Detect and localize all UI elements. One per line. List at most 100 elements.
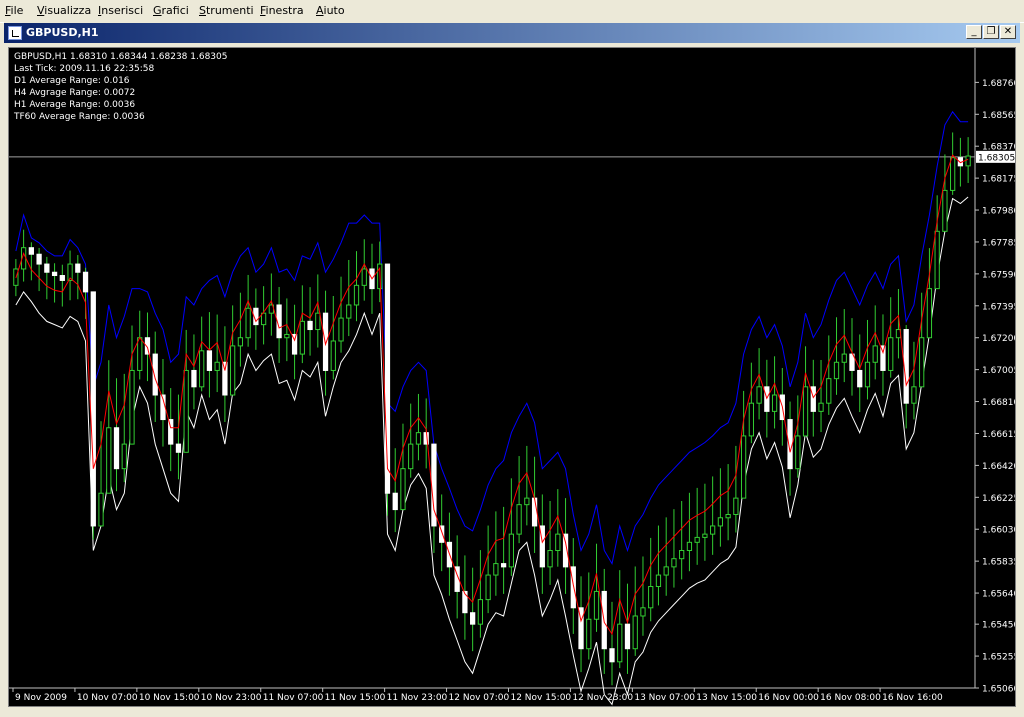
candle-body <box>106 427 112 494</box>
candle-body <box>175 443 182 453</box>
candle-body <box>655 574 662 588</box>
menu-item-strumenti[interactable]: Strumenti <box>199 4 254 17</box>
candle-body <box>284 333 290 339</box>
candle-body <box>129 369 135 445</box>
candle-body <box>872 345 878 363</box>
candle-body <box>408 443 414 470</box>
menu-bar: File Visualizza Inserisci Grafici Strumenti F… <box>0 0 1024 23</box>
window-titlebar[interactable]: GBPUSD,H1 _ ❐ ✕ <box>4 23 1020 43</box>
candle-body <box>617 623 623 663</box>
candle-body <box>857 369 863 388</box>
price-tick-label: 1.66615 <box>982 430 1015 440</box>
candle-body <box>199 350 205 388</box>
candle-body <box>686 541 693 552</box>
time-tick-label: 16 Nov 00:00 <box>758 693 819 703</box>
menu-item-aiuto[interactable]: Aiuto <box>316 4 345 17</box>
candle-body <box>361 268 367 286</box>
price-tick-label: 1.66225 <box>982 494 1015 504</box>
candle-body <box>833 361 840 380</box>
candle-body <box>810 386 816 412</box>
candle-body <box>470 612 476 625</box>
price-tick-label: 1.65255 <box>982 653 1015 663</box>
time-tick-label: 12 Nov 15:00 <box>510 693 571 703</box>
candle-body <box>415 432 422 445</box>
candle-body <box>299 320 305 355</box>
candlestick-chart[interactable]: 1.687601.685651.683701.681751.679801.677… <box>9 48 1015 706</box>
chart-info-line: TF60 Average Range: 0.0036 <box>13 112 145 122</box>
lower-band-line <box>15 196 969 706</box>
time-tick-label: 11 Nov 23:00 <box>387 693 448 703</box>
candle-body <box>531 497 538 527</box>
current-price-label: 1.68305 <box>978 153 1015 163</box>
price-tick-label: 1.65640 <box>982 590 1015 600</box>
time-tick-label: 9 Nov 2009 <box>15 693 67 703</box>
candle-body <box>733 497 739 515</box>
candle-body <box>222 361 228 396</box>
candle-body <box>717 517 724 527</box>
candle-body <box>183 369 189 453</box>
chart-window-icon <box>8 26 22 40</box>
price-tick-label: 1.66420 <box>982 462 1015 472</box>
candle-body <box>44 263 50 273</box>
candle-body <box>493 563 499 576</box>
time-tick-label: 12 Nov 23:00 <box>572 693 633 703</box>
restore-button[interactable]: ❐ <box>983 25 999 39</box>
time-tick-label: 12 Nov 07:00 <box>449 693 510 703</box>
candle-body <box>919 337 925 388</box>
candle-body <box>137 337 143 371</box>
candle-body <box>710 525 716 535</box>
candle-body <box>756 386 762 404</box>
price-tick-label: 1.67980 <box>982 207 1015 217</box>
chart-info-line: D1 Average Range: 0.016 <box>14 76 130 86</box>
candle-body <box>392 492 398 511</box>
candle-body <box>795 435 801 470</box>
menu-item-finestra[interactable]: Finestra <box>260 4 304 17</box>
price-tick-label: 1.66810 <box>982 398 1015 408</box>
window-title: GBPUSD,H1 <box>26 26 99 39</box>
chart-info-line: GBPUSD,H1 1.68310 1.68344 1.68238 1.6830… <box>14 52 227 62</box>
candle-body <box>740 435 747 499</box>
candle-body <box>950 157 956 191</box>
candle-body <box>609 648 615 663</box>
time-tick-label: 11 Nov 15:00 <box>325 693 386 703</box>
candle-body <box>826 378 832 404</box>
price-tick-label: 1.65835 <box>982 558 1015 568</box>
close-button[interactable]: ✕ <box>1000 25 1016 39</box>
menu-item-visualizza[interactable]: Visualizza <box>37 4 91 17</box>
candle-body <box>965 155 971 167</box>
minimize-button[interactable]: _ <box>966 25 982 39</box>
menu-item-grafici[interactable]: Grafici <box>153 4 189 17</box>
menu-item-inserisci[interactable]: Inserisci <box>98 4 143 17</box>
candle-body <box>648 586 654 609</box>
price-tick-label: 1.67200 <box>982 334 1015 344</box>
candle-body <box>206 350 213 371</box>
candle-body <box>90 291 96 527</box>
candle-body <box>593 590 600 620</box>
price-tick-label: 1.67785 <box>982 238 1015 248</box>
chart-info-line: H1 Average Range: 0.0036 <box>14 100 135 110</box>
menu-item-file[interactable]: File <box>5 4 23 17</box>
time-tick-label: 10 Nov 23:00 <box>201 693 262 703</box>
candle-body <box>260 312 267 326</box>
price-tick-label: 1.68565 <box>982 111 1015 121</box>
candle-body <box>477 599 484 625</box>
candle-body <box>516 504 522 535</box>
price-tick-label: 1.68760 <box>982 79 1015 89</box>
candle-body <box>702 533 708 538</box>
candle-body <box>500 563 507 568</box>
candle-body <box>640 607 646 617</box>
candle-body <box>237 337 244 347</box>
candle-body <box>346 304 352 319</box>
candle-body <box>121 443 127 470</box>
candle-body <box>802 386 809 437</box>
price-tick-label: 1.68175 <box>982 175 1015 185</box>
candle-body <box>59 275 65 281</box>
chart-info-line: H4 Avgrage Range: 0.0072 <box>14 88 135 98</box>
candle-body <box>864 361 871 388</box>
time-tick-label: 10 Nov 07:00 <box>77 693 138 703</box>
price-tick-label: 1.65450 <box>982 621 1015 631</box>
candle-body <box>624 623 631 650</box>
candle-body <box>663 566 669 576</box>
candle-body <box>818 402 824 412</box>
price-chart[interactable]: 1.687601.685651.683701.681751.679801.677… <box>8 47 1016 707</box>
